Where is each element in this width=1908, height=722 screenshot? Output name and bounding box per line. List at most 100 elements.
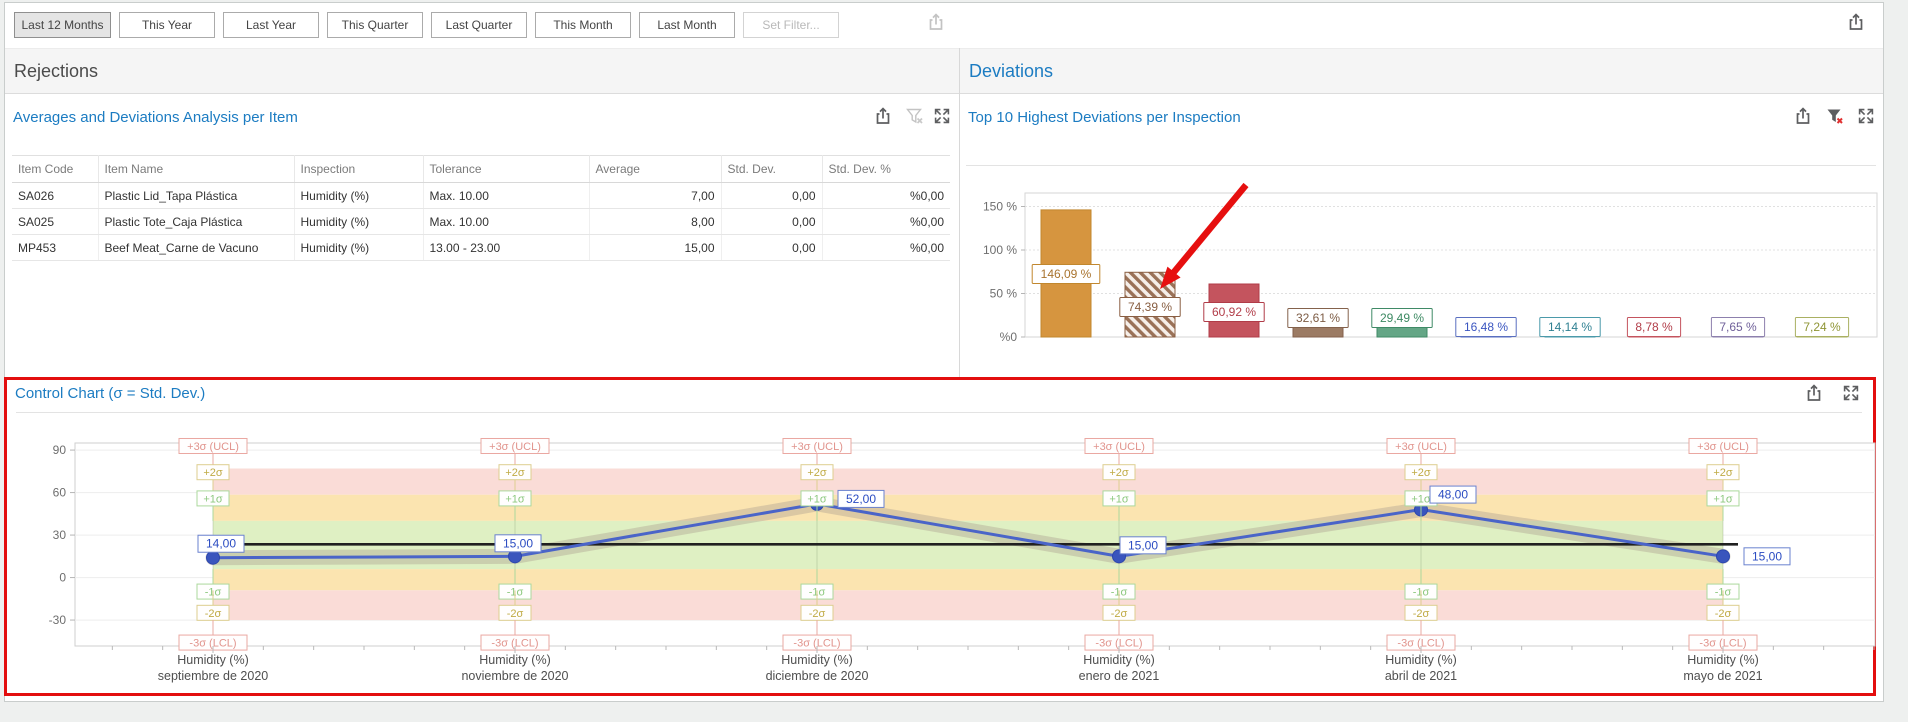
export-icon[interactable]	[873, 106, 893, 126]
toolbar-button-last-month[interactable]: Last Month	[639, 12, 735, 38]
sigma-label: +1σ	[505, 493, 525, 505]
clear-filter-icon[interactable]	[905, 106, 925, 126]
y-axis-tick-label: -30	[49, 613, 67, 627]
export-icon[interactable]	[1793, 106, 1813, 126]
sigma-label: -2σ	[1413, 608, 1430, 620]
y-axis-tick-label: 60	[53, 486, 67, 500]
table-cell: %0,00	[822, 235, 950, 261]
sigma-label: +3σ (UCL)	[1093, 441, 1145, 453]
sigma-label: +1σ	[203, 493, 223, 505]
maximize-icon[interactable]	[1841, 383, 1861, 403]
bar-value-label: 29,49 %	[1380, 311, 1424, 325]
maximize-icon[interactable]	[932, 106, 952, 126]
x-category-label-line2: noviembre de 2020	[461, 669, 568, 683]
x-category-label-line2: diciembre de 2020	[766, 669, 869, 683]
point-value-label: 48,00	[1438, 488, 1468, 502]
sigma-label: +2σ	[203, 467, 223, 479]
table-cell: Plastic Tote_Caja Plástica	[98, 209, 294, 235]
top10-deviations-bar-chart[interactable]: 150 %100 %50 %%0146,09 %74,39 %60,92 %32…	[964, 148, 1880, 362]
sigma-label: +1σ	[807, 493, 827, 505]
averages-deviations-table: Item CodeItem NameInspectionToleranceAve…	[12, 155, 950, 261]
sigma-label: +2σ	[1109, 467, 1129, 479]
sigma-band	[213, 590, 1723, 620]
toolbar-button-last-year[interactable]: Last Year	[223, 12, 319, 38]
column-header[interactable]: Average	[589, 156, 721, 183]
column-header[interactable]: Item Code	[12, 156, 98, 183]
table-widget-title: Averages and Deviations Analysis per Ite…	[13, 109, 298, 126]
table-cell: Max. 10.00	[423, 183, 589, 209]
x-category-label-line1: Humidity (%)	[1687, 653, 1759, 667]
sigma-label: -2σ	[1715, 608, 1732, 620]
y-axis-tick-label: 90	[53, 443, 67, 457]
toolbar-button-last-quarter[interactable]: Last Quarter	[431, 12, 527, 38]
bar-value-label: 8,78 %	[1635, 320, 1673, 334]
table-cell: MP453	[12, 235, 98, 261]
table-row[interactable]: SA025Plastic Tote_Caja PlásticaHumidity …	[12, 209, 950, 235]
table-cell: 15,00	[589, 235, 721, 261]
sigma-label: +1σ	[1411, 493, 1431, 505]
x-category-label-line1: Humidity (%)	[177, 653, 249, 667]
sigma-label: +3σ (UCL)	[489, 441, 541, 453]
control-chart-title: Control Chart (σ = Std. Dev.)	[15, 385, 205, 402]
table-header: Item CodeItem NameInspectionToleranceAve…	[12, 156, 950, 183]
table-cell: Max. 10.00	[423, 209, 589, 235]
sigma-label: +2σ	[1411, 467, 1431, 479]
table-row[interactable]: SA026Plastic Lid_Tapa PlásticaHumidity (…	[12, 183, 950, 209]
widget-divider	[16, 412, 1862, 413]
export-icon[interactable]	[1804, 383, 1824, 403]
column-header[interactable]: Inspection	[294, 156, 423, 183]
column-header[interactable]: Tolerance	[423, 156, 589, 183]
toolbar-button-last-12-months[interactable]: Last 12 Months	[14, 12, 111, 38]
y-axis-tick-label: 100 %	[983, 243, 1017, 257]
table-cell: SA025	[12, 209, 98, 235]
bar-value-label: 14,14 %	[1548, 320, 1592, 334]
table-cell: 0,00	[721, 183, 822, 209]
toolbar-button-this-month[interactable]: This Month	[535, 12, 631, 38]
sigma-label: -2σ	[205, 608, 222, 620]
sigma-label: +2σ	[807, 467, 827, 479]
data-point[interactable]	[207, 551, 220, 564]
y-axis-tick-label: 150 %	[983, 200, 1017, 214]
rejections-panel-title: Rejections	[5, 61, 98, 82]
sigma-label: -2σ	[507, 608, 524, 620]
bar-value-label: 32,61 %	[1296, 311, 1340, 325]
column-header[interactable]: Std. Dev.	[721, 156, 822, 183]
export-icon[interactable]	[926, 12, 946, 32]
table-row[interactable]: MP453Beef Meat_Carne de VacunoHumidity (…	[12, 235, 950, 261]
x-category-label-line2: enero de 2021	[1079, 669, 1160, 683]
column-header[interactable]: Item Name	[98, 156, 294, 183]
column-header[interactable]: Std. Dev. %	[822, 156, 950, 183]
bar-chart-widget-title: Top 10 Highest Deviations per Inspection	[968, 109, 1241, 126]
point-value-label: 15,00	[1752, 549, 1782, 563]
control-chart[interactable]: 9060300-30+3σ (UCL)+2σ+1σ-1σ-2σ-3σ (LCL)…	[10, 428, 1878, 698]
point-value-label: 15,00	[1128, 538, 1158, 552]
y-axis-tick-label: %0	[1000, 330, 1018, 344]
toolbar-button-this-year[interactable]: This Year	[119, 12, 215, 38]
toolbar-button-set-filter: Set Filter...	[743, 12, 839, 38]
maximize-icon[interactable]	[1856, 106, 1876, 126]
sigma-label: +3σ (UCL)	[1697, 441, 1749, 453]
table-cell: Beef Meat_Carne de Vacuno	[98, 235, 294, 261]
bar-value-label: 7,65 %	[1719, 320, 1757, 334]
table-cell: Humidity (%)	[294, 183, 423, 209]
export-icon[interactable]	[1846, 12, 1866, 32]
bar-value-label: 60,92 %	[1212, 305, 1256, 319]
table-cell: 7,00	[589, 183, 721, 209]
x-category-label-line1: Humidity (%)	[1385, 653, 1457, 667]
toolbar-button-this-quarter[interactable]: This Quarter	[327, 12, 423, 38]
table-cell: Plastic Lid_Tapa Plástica	[98, 183, 294, 209]
panel-splitter[interactable]	[959, 48, 960, 377]
sigma-label: +2σ	[505, 467, 525, 479]
sigma-label: -2σ	[1111, 608, 1128, 620]
sigma-label: +2σ	[1713, 467, 1733, 479]
table-cell: Humidity (%)	[294, 209, 423, 235]
x-category-label-line2: septiembre de 2020	[158, 669, 269, 683]
table-cell: 0,00	[721, 209, 822, 235]
x-category-label-line2: abril de 2021	[1385, 669, 1457, 683]
point-value-label: 52,00	[846, 492, 876, 506]
table-cell: 0,00	[721, 235, 822, 261]
table-cell: %0,00	[822, 183, 950, 209]
data-point[interactable]	[1717, 550, 1730, 563]
clear-filter-icon[interactable]	[1825, 106, 1845, 126]
sigma-label: +1σ	[1713, 493, 1733, 505]
